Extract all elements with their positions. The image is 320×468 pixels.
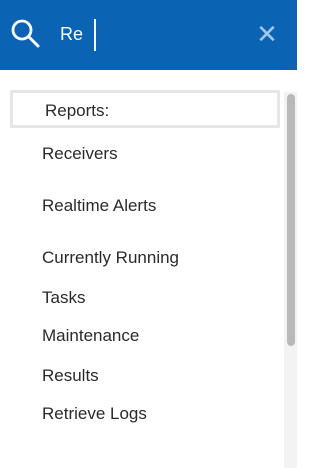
search-icon[interactable] [10, 18, 40, 48]
result-item-maintenance-results[interactable]: Maintenance Results [10, 310, 280, 388]
result-item-label-continued: Results [42, 366, 99, 385]
result-item-label: Reports: [45, 101, 110, 120]
scrollbar-thumb[interactable] [287, 94, 295, 346]
result-item-label: Receivers [42, 144, 118, 163]
result-item-label: Retrieve Logs [42, 404, 147, 423]
results-list: Reports: Receivers Realtime Alerts Curre… [10, 90, 280, 440]
result-item-realtime-alerts[interactable]: Realtime Alerts [10, 180, 280, 232]
result-item-label: Realtime Alerts [42, 196, 157, 215]
result-item-label-continued: Tasks [42, 288, 86, 307]
result-item-label: Maintenance [42, 326, 140, 345]
search-results-dropdown: Reports: Receivers Realtime Alerts Curre… [0, 70, 297, 468]
result-item-retrieve-logs[interactable]: Retrieve Logs [10, 388, 280, 440]
result-item-reports[interactable]: Reports: [10, 90, 280, 128]
clear-button[interactable]: ✕ [253, 19, 281, 49]
search-header: ✕ [0, 0, 297, 70]
result-item-currently-running-tasks[interactable]: Currently Running Tasks [10, 232, 280, 310]
text-cursor [94, 19, 96, 51]
result-item-label: Currently Running [42, 248, 180, 267]
search-input[interactable] [60, 18, 240, 50]
search-panel: ✕ Reports: Receivers Realtime Alerts Cur… [0, 0, 297, 468]
result-item-receivers[interactable]: Receivers [10, 128, 280, 180]
